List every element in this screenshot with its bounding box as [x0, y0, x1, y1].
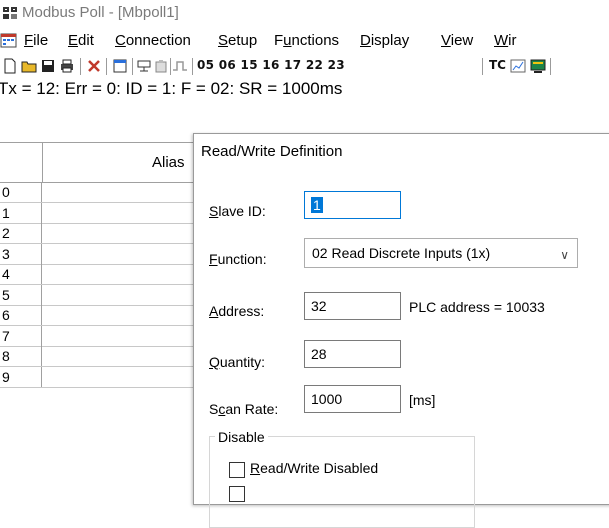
menu-view[interactable]: View [441, 32, 473, 49]
grid-header: Alias [0, 142, 200, 183]
toolbar-separator [550, 58, 551, 75]
menu-edit[interactable]: Edit [68, 32, 94, 49]
window-icon[interactable] [112, 58, 128, 74]
table-row[interactable]: 4 [0, 264, 200, 285]
toolbar-separator [132, 58, 133, 75]
table-row[interactable]: 8 [0, 346, 200, 367]
toolbar: 05 06 15 16 17 22 23 TC [0, 55, 609, 79]
grid-header-corner [0, 143, 43, 182]
row-number: 8 [0, 346, 42, 366]
table-row[interactable]: 6 [0, 305, 200, 326]
quantity-value: 28 [311, 346, 327, 362]
address-label: Address: [209, 303, 265, 319]
read-write-definition-dialog: Read/Write Definition Slave ID: 1 Functi… [193, 133, 609, 528]
function-select-value: 02 Read Discrete Inputs (1x) [312, 245, 491, 261]
scan-rate-label: Scan Rate: [209, 401, 279, 417]
row-number: 9 [0, 366, 42, 387]
scan-rate-value: 1000 [311, 391, 343, 407]
toolbar-separator [192, 58, 193, 75]
pulse-icon[interactable] [172, 58, 188, 74]
function-label: Function: [209, 251, 267, 267]
save-icon[interactable] [40, 58, 56, 74]
second-disable-checkbox[interactable] [229, 486, 245, 502]
traffic-counter-button[interactable]: TC [489, 58, 506, 72]
table-row[interactable]: 5 [0, 284, 200, 306]
menu-functions[interactable]: Functions [274, 32, 339, 49]
slave-id-value: 1 [311, 197, 323, 213]
row-number: 1 [0, 202, 42, 223]
menu-bar: File Edit Connection Setup Functions Dis… [0, 30, 609, 54]
row-number: 0 [0, 182, 42, 202]
row-number: 6 [0, 305, 42, 325]
status-line: Tx = 12: Err = 0: ID = 1: F = 02: SR = 1… [0, 79, 343, 98]
dialog-title: Read/Write Definition [201, 143, 343, 160]
disconnect-icon[interactable] [153, 58, 169, 74]
table-row[interactable]: 7 [0, 325, 200, 347]
window-title: Modbus Poll - [Mbpoll1] [22, 4, 179, 21]
scan-rate-input[interactable]: 1000 [304, 385, 401, 413]
toolbar-separator [170, 58, 171, 75]
title-bar: Modbus Poll - [Mbpoll1] [0, 0, 609, 26]
chevron-down-icon[interactable]: ∨ [560, 241, 569, 269]
dialog-body: Slave ID: 1 Function: 02 Read Discrete I… [194, 174, 609, 528]
function-codes[interactable]: 05 06 15 16 17 22 23 [197, 58, 345, 72]
row-number: 2 [0, 223, 42, 243]
data-grid: Alias 0123456789 [0, 142, 200, 502]
toolbar-separator [482, 58, 483, 75]
table-row[interactable]: 9 [0, 366, 200, 388]
scan-rate-unit: [ms] [409, 392, 436, 408]
disable-group-label: Disable [215, 429, 268, 445]
menu-connection[interactable]: Connection [115, 32, 191, 49]
function-select[interactable]: 02 Read Discrete Inputs (1x) ∨ [304, 238, 578, 268]
row-number: 5 [0, 284, 42, 305]
monitor-icon[interactable] [530, 58, 546, 74]
table-row[interactable]: 2 [0, 223, 200, 244]
menu-window[interactable]: Wir [494, 32, 517, 49]
quantity-label: Quantity: [209, 354, 266, 370]
address-value: 32 [311, 298, 327, 314]
modbus-app-icon [3, 7, 17, 19]
quantity-input[interactable]: 28 [304, 340, 401, 368]
rw-disabled-label[interactable]: Read/Write Disabled [250, 460, 378, 476]
menu-display[interactable]: Display [360, 32, 409, 49]
print-icon[interactable] [59, 58, 75, 74]
alias-column-header[interactable]: Alias [152, 154, 185, 171]
menu-setup[interactable]: Setup [218, 32, 257, 49]
address-input[interactable]: 32 [304, 292, 401, 320]
open-folder-icon[interactable] [21, 58, 37, 74]
new-file-icon[interactable] [2, 58, 18, 74]
row-number: 7 [0, 325, 42, 346]
delete-icon[interactable] [86, 58, 102, 74]
graph-icon[interactable] [510, 58, 526, 74]
disable-groupbox [209, 436, 475, 528]
slave-id-input[interactable]: 1 [304, 191, 401, 219]
document-menu-icon[interactable] [0, 33, 18, 49]
toolbar-separator [80, 58, 81, 75]
table-row[interactable]: 3 [0, 243, 200, 265]
toolbar-separator [106, 58, 107, 75]
rw-disabled-checkbox[interactable] [229, 462, 245, 478]
connect-icon[interactable] [136, 58, 152, 74]
row-number: 4 [0, 264, 42, 284]
menu-file[interactable]: File [24, 32, 48, 49]
slave-id-label: Slave ID: [209, 203, 266, 219]
row-number: 3 [0, 243, 42, 264]
table-row[interactable]: 0 [0, 182, 200, 203]
plc-address-text: PLC address = 10033 [409, 299, 545, 315]
table-row[interactable]: 1 [0, 202, 200, 224]
